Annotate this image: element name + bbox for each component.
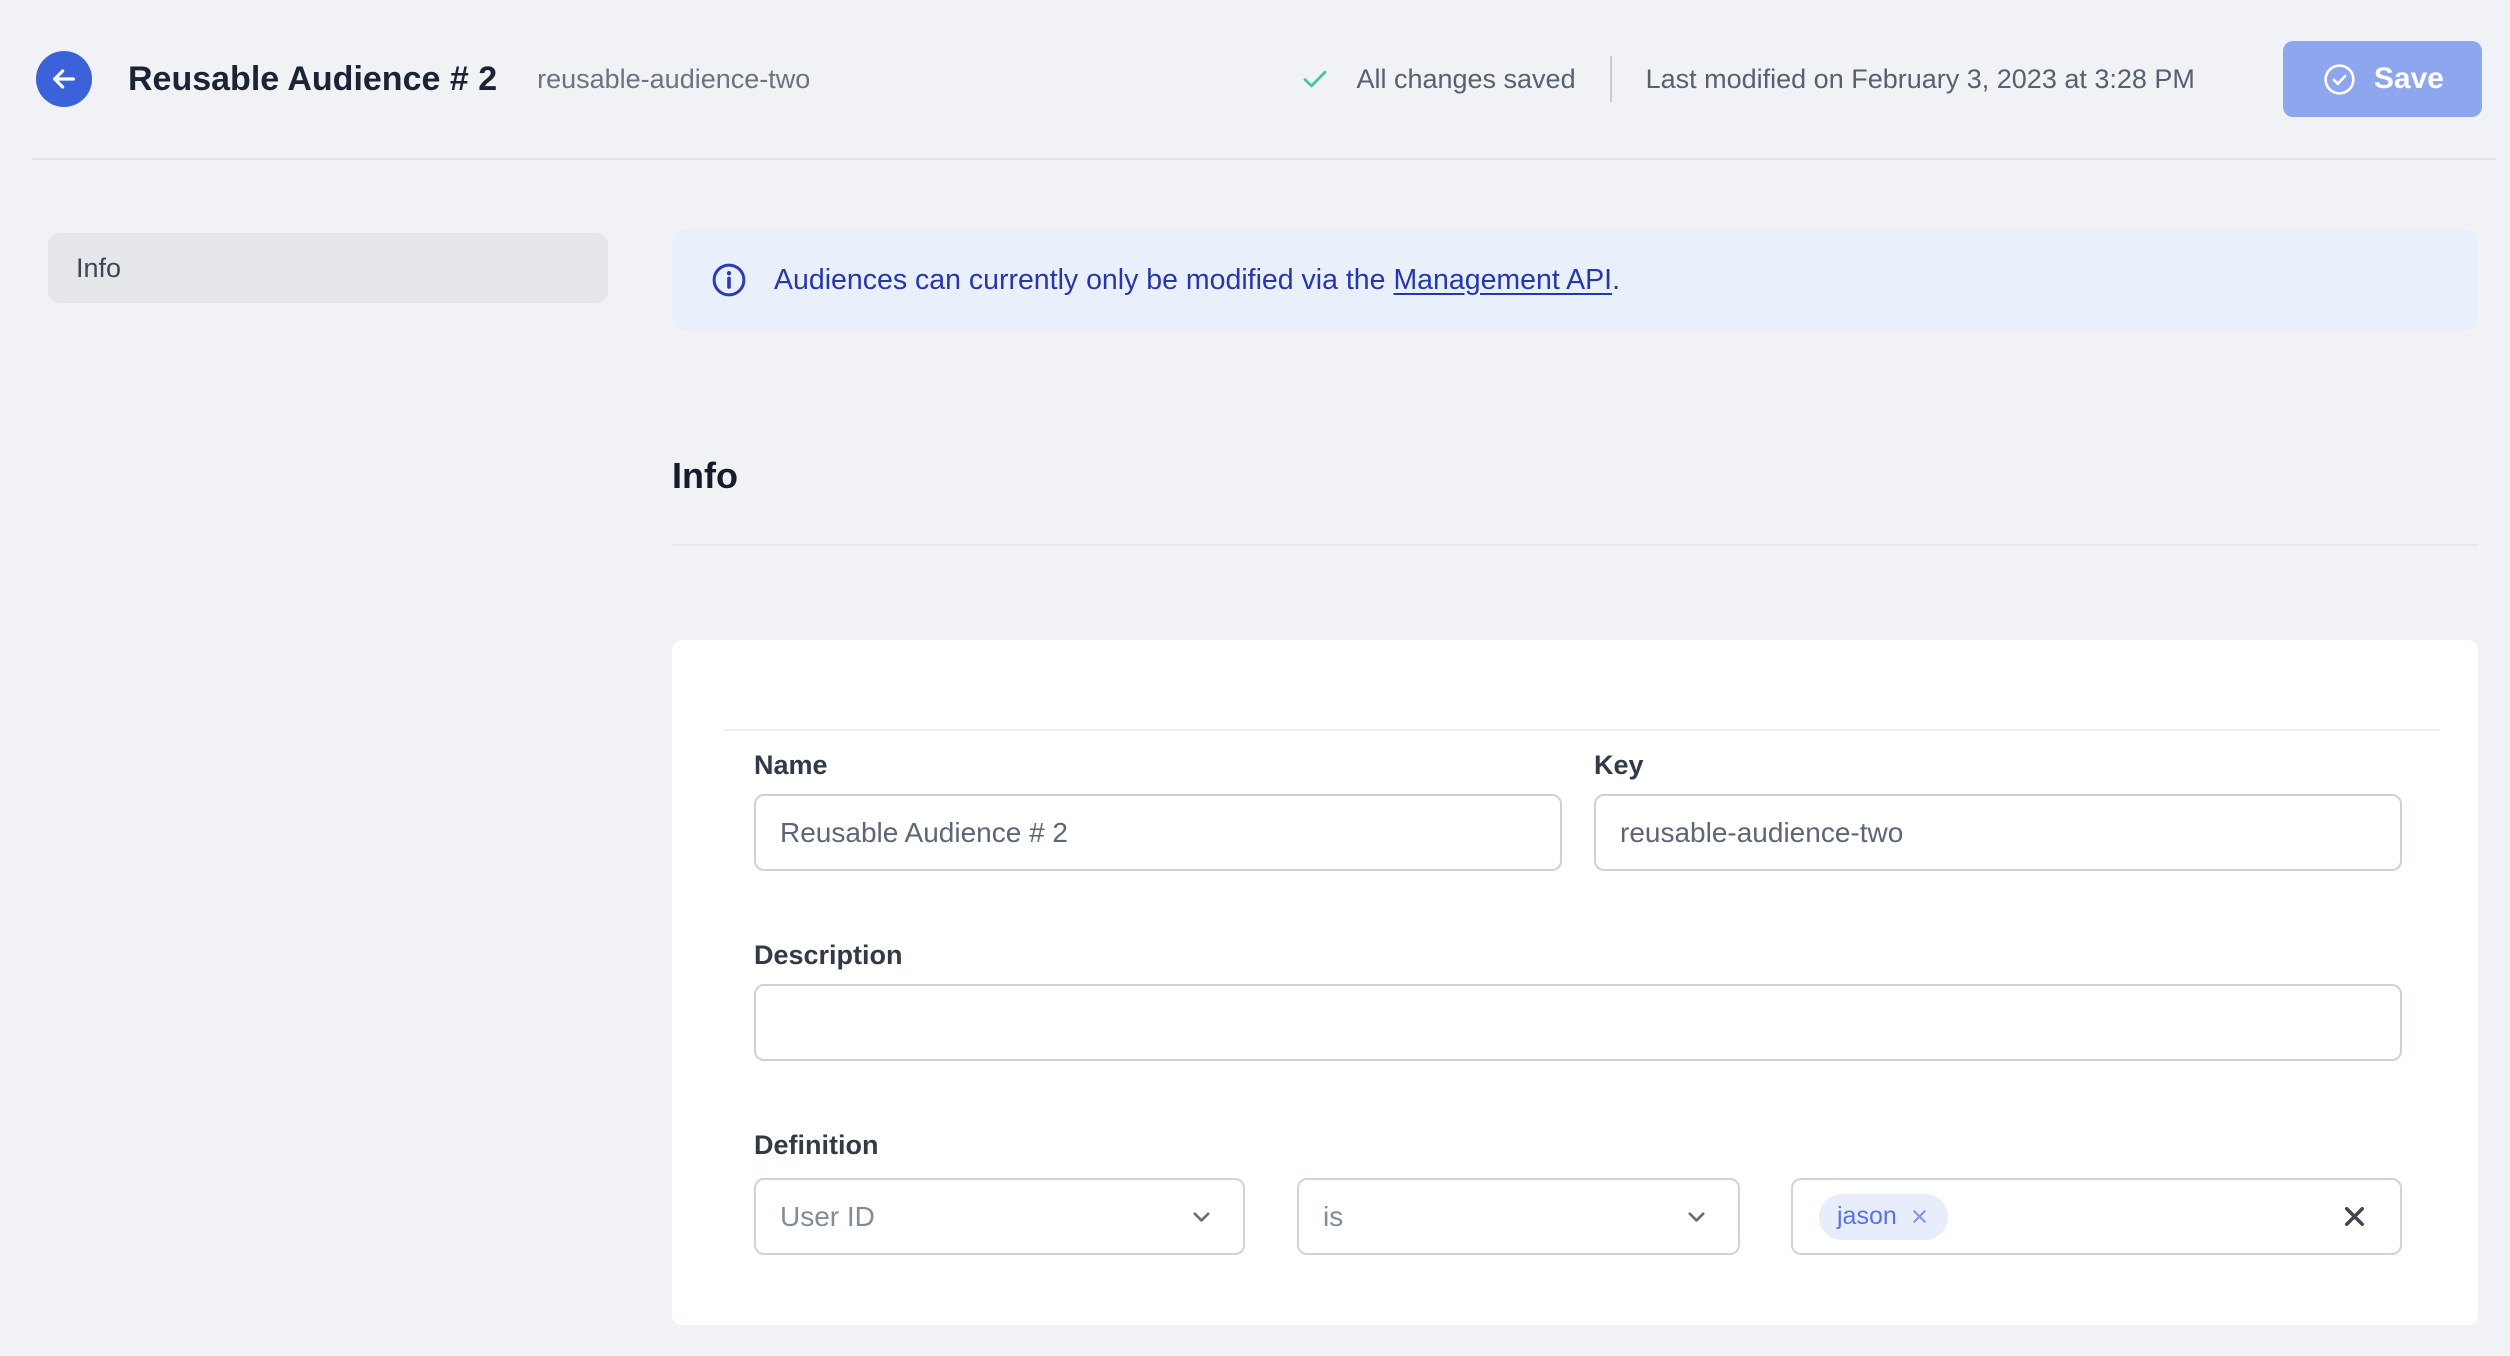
check-circle-icon bbox=[2321, 61, 2358, 98]
vertical-divider bbox=[1609, 56, 1612, 102]
save-status-text: All changes saved bbox=[1356, 63, 1576, 94]
chevron-down-icon bbox=[1188, 1203, 1215, 1230]
section-title: Info bbox=[672, 455, 738, 496]
chip-remove-icon[interactable] bbox=[1909, 1206, 1930, 1227]
key-input[interactable] bbox=[1594, 794, 2402, 871]
save-button[interactable]: Save bbox=[2282, 41, 2482, 117]
save-button-label: Save bbox=[2373, 62, 2444, 95]
main-panel: Audiences can currently only be modified… bbox=[672, 160, 2478, 1325]
sidebar: Info bbox=[48, 233, 608, 303]
banner-text-after: . bbox=[1612, 263, 1620, 296]
arrow-left-icon bbox=[48, 63, 80, 95]
clear-values-icon[interactable] bbox=[2339, 1201, 2370, 1232]
page-subtitle: reusable-audience-two bbox=[537, 63, 811, 94]
key-label: Key bbox=[1594, 750, 1644, 780]
info-banner: Audiences can currently only be modified… bbox=[672, 230, 2478, 330]
name-input[interactable] bbox=[754, 794, 1562, 871]
definition-label: Definition bbox=[754, 1130, 879, 1160]
value-chip: jason bbox=[1819, 1193, 1948, 1240]
operator-select[interactable]: is bbox=[1297, 1178, 1740, 1255]
trait-select[interactable]: User ID bbox=[754, 1178, 1245, 1255]
content-area: Info Audiences can currently only be mod… bbox=[0, 160, 2510, 1325]
header-bar: Reusable Audience # 2 reusable-audience-… bbox=[0, 0, 2510, 158]
chevron-down-icon bbox=[1683, 1203, 1710, 1230]
description-input[interactable] bbox=[754, 984, 2402, 1061]
section-divider bbox=[672, 544, 2478, 546]
management-api-link[interactable]: Management API bbox=[1393, 264, 1612, 297]
sidebar-item-label: Info bbox=[76, 252, 122, 283]
definition-values-input[interactable]: jason bbox=[1791, 1178, 2402, 1255]
back-button[interactable] bbox=[36, 51, 92, 107]
info-card: Name Key Description Definition bbox=[672, 640, 2478, 1325]
trait-select-value: User ID bbox=[780, 1200, 875, 1232]
operator-select-value: is bbox=[1323, 1200, 1344, 1232]
value-chip-label: jason bbox=[1837, 1202, 1897, 1230]
last-modified-text: Last modified on February 3, 2023 at 3:2… bbox=[1645, 63, 2195, 94]
name-label: Name bbox=[754, 750, 828, 780]
description-label: Description bbox=[754, 940, 903, 970]
sidebar-item-info[interactable]: Info bbox=[48, 233, 608, 303]
banner-text-before: Audiences can currently only be modified… bbox=[774, 263, 1394, 296]
info-circle-icon bbox=[710, 261, 748, 299]
check-icon bbox=[1300, 64, 1330, 94]
save-status-group: All changes saved bbox=[1300, 63, 1576, 95]
page-title: Reusable Audience # 2 bbox=[128, 59, 498, 98]
